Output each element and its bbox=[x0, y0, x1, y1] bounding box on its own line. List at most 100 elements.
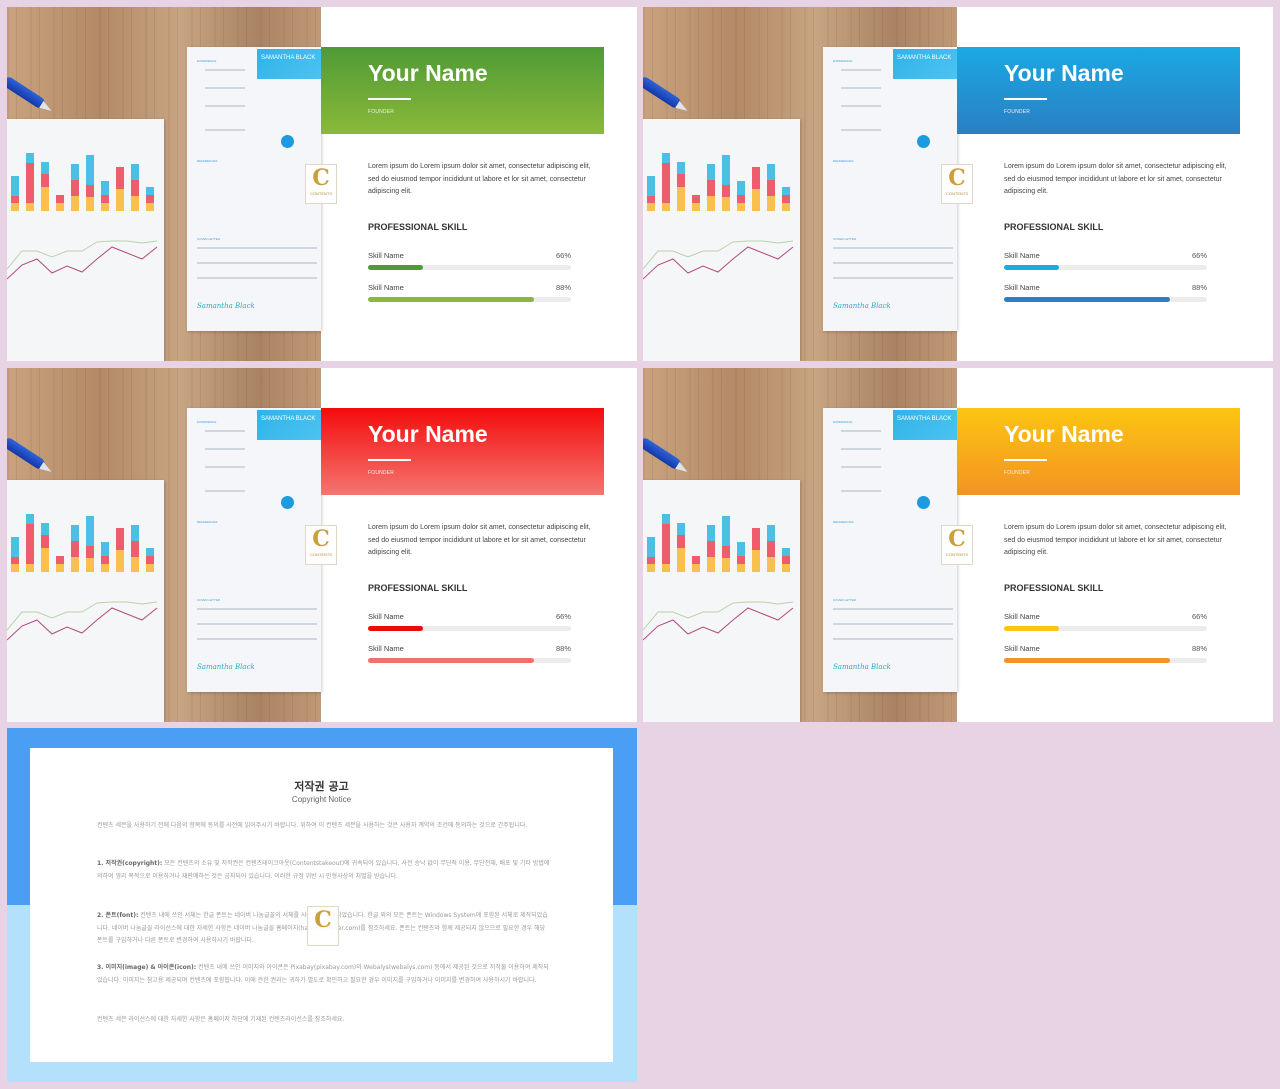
slide-blue[interactable]: SAMANTHA BLACK EXPERIENCE REFERENCES COV… bbox=[643, 7, 1273, 361]
chart-paper-image bbox=[643, 119, 800, 361]
photo-chart-bar bbox=[86, 197, 94, 211]
photo-chart-bar bbox=[131, 196, 139, 211]
name-heading[interactable]: Your Name bbox=[1004, 421, 1124, 448]
resume-name: SAMANTHA BLACK bbox=[893, 49, 957, 79]
skill-percent[interactable]: 66% bbox=[1192, 251, 1207, 260]
photo-chart-bar bbox=[752, 167, 760, 189]
section-title[interactable]: PROFESSIONAL SKILL bbox=[368, 222, 467, 232]
photo-chart-bar bbox=[692, 556, 700, 564]
photo-chart-bar bbox=[101, 203, 109, 211]
watermark-logo: C CONTENTS bbox=[305, 525, 337, 565]
photo-chart-bar bbox=[767, 557, 775, 572]
photo-chart-bar bbox=[737, 556, 745, 564]
skill-label[interactable]: Skill Name bbox=[368, 644, 571, 653]
photo-chart-bar bbox=[677, 174, 685, 187]
watermark-logo: C CONTENTS bbox=[305, 164, 337, 204]
skill-percent[interactable]: 88% bbox=[556, 283, 571, 292]
description-text[interactable]: Lorem ipsum do Lorem ipsum dolor sit ame… bbox=[1004, 522, 1234, 560]
copyright-panel: 저작권 공고 Copyright Notice 컨텐츠 세븐을 사용하기 전에 … bbox=[30, 748, 613, 1062]
skill-label[interactable]: Skill Name bbox=[368, 283, 571, 292]
role-label[interactable]: FOUNDER bbox=[368, 470, 394, 476]
skill-percent[interactable]: 88% bbox=[556, 644, 571, 653]
section-title[interactable]: PROFESSIONAL SKILL bbox=[1004, 583, 1103, 593]
description-text[interactable]: Lorem ipsum do Lorem ipsum dolor sit ame… bbox=[368, 522, 598, 560]
name-banner: Your Name FOUNDER bbox=[957, 47, 1240, 134]
resume-line bbox=[197, 608, 317, 610]
resume-section-label: EXPERIENCE bbox=[197, 59, 217, 63]
photo-chart-bar bbox=[707, 196, 715, 211]
skill-percent[interactable]: 88% bbox=[1192, 283, 1207, 292]
skill-label[interactable]: Skill Name bbox=[368, 612, 571, 621]
resume-line bbox=[841, 466, 881, 468]
photo-chart-bar bbox=[131, 164, 139, 180]
skill-label[interactable]: Skill Name bbox=[1004, 283, 1207, 292]
copyright-slide[interactable]: 저작권 공고 Copyright Notice 컨텐츠 세븐을 사용하기 전에 … bbox=[7, 728, 637, 1082]
photo-line-chart bbox=[7, 240, 158, 280]
skill-percent[interactable]: 66% bbox=[1192, 612, 1207, 621]
resume-section-label: EXPERIENCE bbox=[197, 420, 217, 424]
resume-section-label: EXPERIENCE bbox=[833, 420, 853, 424]
photo-chart-bar bbox=[26, 514, 34, 524]
photo-chart-bar bbox=[707, 541, 715, 557]
name-heading[interactable]: Your Name bbox=[1004, 60, 1124, 87]
description-text[interactable]: Lorem ipsum do Lorem ipsum dolor sit ame… bbox=[1004, 161, 1234, 199]
resume-line bbox=[833, 262, 953, 264]
resume-name: SAMANTHA BLACK bbox=[893, 410, 957, 440]
name-underline bbox=[1004, 459, 1047, 461]
resume-section-label: EXPERIENCE bbox=[833, 59, 853, 63]
copyright-title: 저작권 공고 bbox=[294, 780, 349, 793]
role-label[interactable]: FOUNDER bbox=[1004, 470, 1030, 476]
watermark-logo: C bbox=[307, 906, 339, 946]
watermark-letter: C bbox=[948, 526, 966, 552]
photo-chart-bar bbox=[692, 203, 700, 211]
name-heading[interactable]: Your Name bbox=[368, 60, 488, 87]
skill-row: Skill Name 88% bbox=[1004, 644, 1207, 663]
photo-chart-bar bbox=[26, 524, 34, 564]
skill-percent[interactable]: 88% bbox=[1192, 644, 1207, 653]
skill-label[interactable]: Skill Name bbox=[1004, 644, 1207, 653]
resume-section-label: REFERENCES bbox=[197, 159, 218, 163]
name-underline bbox=[368, 98, 411, 100]
slide-red[interactable]: SAMANTHA BLACK EXPERIENCE REFERENCES COV… bbox=[7, 368, 637, 722]
photo-chart-bar bbox=[41, 174, 49, 187]
photo-chart-bar bbox=[116, 167, 124, 189]
photo-chart-bar bbox=[737, 564, 745, 572]
skill-row: Skill Name 66% bbox=[1004, 612, 1207, 631]
photo-chart-bar bbox=[26, 163, 34, 203]
description-text[interactable]: Lorem ipsum do Lorem ipsum dolor sit ame… bbox=[368, 161, 598, 199]
photo-chart-bar bbox=[56, 195, 64, 203]
skill-label[interactable]: Skill Name bbox=[368, 251, 571, 260]
name-banner: Your Name FOUNDER bbox=[957, 408, 1240, 495]
role-label[interactable]: FOUNDER bbox=[1004, 109, 1030, 115]
section-title[interactable]: PROFESSIONAL SKILL bbox=[368, 583, 467, 593]
photo-chart-bar bbox=[41, 548, 49, 572]
resume-section-label: REFERENCES bbox=[833, 520, 854, 524]
skill-label[interactable]: Skill Name bbox=[1004, 251, 1207, 260]
watermark-letter: C bbox=[948, 165, 966, 191]
watermark-text: CONTENTS bbox=[946, 552, 968, 557]
photo-chart-bar bbox=[722, 155, 730, 185]
resume-signature: Samantha Black bbox=[197, 302, 255, 310]
photo-chart-bar bbox=[41, 523, 49, 535]
copyright-subtitle: Copyright Notice bbox=[291, 795, 352, 804]
skill-progress-fill bbox=[368, 626, 423, 631]
resume-line bbox=[205, 448, 245, 450]
skill-percent[interactable]: 66% bbox=[556, 612, 571, 621]
section-title[interactable]: PROFESSIONAL SKILL bbox=[1004, 222, 1103, 232]
copyright-section: 3. 이미지(image) & 아이콘(icon): 컨텐츠 내에 쓰인 이미지… bbox=[97, 962, 552, 987]
skill-label[interactable]: Skill Name bbox=[1004, 612, 1207, 621]
watermark-letter: C bbox=[312, 165, 330, 191]
photo-line-green bbox=[7, 601, 158, 631]
slide-green[interactable]: SAMANTHA BLACK EXPERIENCE REFERENCES COV… bbox=[7, 7, 637, 361]
photo-chart-bar bbox=[782, 564, 790, 572]
photo-chart-bar bbox=[71, 557, 79, 572]
name-heading[interactable]: Your Name bbox=[368, 421, 488, 448]
photo-chart-bar bbox=[146, 187, 154, 195]
slide-orange[interactable]: SAMANTHA BLACK EXPERIENCE REFERENCES COV… bbox=[643, 368, 1273, 722]
photo-chart-bar bbox=[662, 203, 670, 211]
role-label[interactable]: FOUNDER bbox=[368, 109, 394, 115]
skill-percent[interactable]: 66% bbox=[556, 251, 571, 260]
photo-chart-bar bbox=[677, 535, 685, 548]
pen-image bbox=[643, 436, 683, 471]
skill-progress-track bbox=[1004, 658, 1207, 663]
